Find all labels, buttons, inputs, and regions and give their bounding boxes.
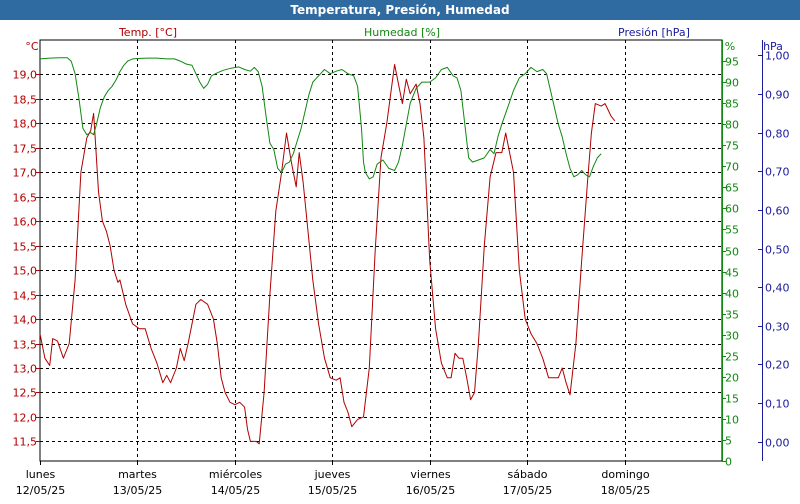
temp-tick-label: 18,5 <box>13 94 38 107</box>
humidity-tick-label: 50 <box>725 246 739 259</box>
humidity-tick-label: 95 <box>725 56 739 69</box>
pressure-tick-label: 0,70 <box>765 166 790 179</box>
humidity-tick-label: 30 <box>725 330 739 343</box>
humidity-tick-label: 0 <box>725 456 732 469</box>
x-tick-day-label: martes <box>118 468 157 481</box>
pressure-tick-label: 0,50 <box>765 244 790 257</box>
humidity-tick-label: 25 <box>725 351 739 364</box>
temp-tick-label: 14,5 <box>13 290 38 303</box>
pressure-tick-label: 0,30 <box>765 321 790 334</box>
pressure-tick-label: 0,10 <box>765 398 790 411</box>
temp-tick-label: 19,0 <box>13 69 38 82</box>
x-tick-date-label: 16/05/25 <box>406 484 455 497</box>
temp-tick-label: 13,0 <box>13 363 38 376</box>
humidity-tick-label: 90 <box>725 77 739 90</box>
pressure-tick-label: 0,20 <box>765 359 790 372</box>
pressure-tick-label: 0,40 <box>765 282 790 295</box>
humidity-tick-label: 20 <box>725 372 739 385</box>
x-tick-date-label: 17/05/25 <box>503 484 552 497</box>
temp-tick-label: 17,5 <box>13 143 38 156</box>
humidity-axis-header: Humedad [%] <box>364 26 440 39</box>
humidity-tick-label: 5 <box>725 435 732 448</box>
x-tick-date-label: 18/05/25 <box>601 484 650 497</box>
pressure-tick-label: 0,80 <box>765 128 790 141</box>
x-tick-date-label: 15/05/25 <box>308 484 357 497</box>
temp-tick-label: 14,0 <box>13 314 38 327</box>
humidity-tick-label: 85 <box>725 98 739 111</box>
x-tick-date-label: 13/05/25 <box>113 484 162 497</box>
pressure-tick-label: 0,60 <box>765 205 790 218</box>
temp-tick-label: 15,0 <box>13 265 38 278</box>
line-chart: 11,5 12,0 12,5 13,0 13,5 14,0 14,5 15,0 15,5 16,0… <box>13 26 790 497</box>
x-tick-day-label: lunes <box>26 468 56 481</box>
humidity-tick-label: 75 <box>725 140 739 153</box>
pressure-axis-header: Presión [hPa] <box>618 26 690 39</box>
x-tick-day-label: miércoles <box>209 468 262 481</box>
temp-tick-label: 17,0 <box>13 167 38 180</box>
humidity-unit-label: % <box>725 40 735 53</box>
pressure-tick-label: 0,00 <box>765 437 790 450</box>
humidity-tick-label: 60 <box>725 203 739 216</box>
x-tick-day-label: viernes <box>410 468 450 481</box>
temp-tick-label: 12,0 <box>13 412 38 425</box>
humidity-tick-label: 45 <box>725 267 739 280</box>
humidity-tick-label: 35 <box>725 309 739 322</box>
pressure-unit-label: hPa <box>763 40 783 53</box>
pressure-tick-label: 0,90 <box>765 89 790 102</box>
temp-tick-label: 15,5 <box>13 241 38 254</box>
chart-title: Temperatura, Presión, Humedad <box>0 0 800 20</box>
x-tick-date-label: 12/05/25 <box>16 484 65 497</box>
humidity-tick-label: 65 <box>725 182 739 195</box>
temp-tick-label: 16,0 <box>13 216 38 229</box>
humidity-tick-label: 10 <box>725 414 739 427</box>
temp-tick-label: 18,0 <box>13 118 38 131</box>
x-tick-day-label: domingo <box>601 468 649 481</box>
temp-unit-label: °C <box>25 40 39 53</box>
temp-axis-header: Temp. [°C] <box>118 26 177 39</box>
humidity-tick-label: 80 <box>725 119 739 132</box>
temp-tick-label: 12,5 <box>13 387 38 400</box>
humidity-tick-label: 55 <box>725 224 739 237</box>
x-tick-day-label: sábado <box>508 468 548 481</box>
humidity-tick-label: 40 <box>725 288 739 301</box>
temp-tick-label: 11,5 <box>13 436 38 449</box>
humidity-tick-label: 15 <box>725 393 739 406</box>
chart-area: 11,5 12,0 12,5 13,0 13,5 14,0 14,5 15,0 15,5 16,0… <box>0 20 800 500</box>
temp-tick-label: 13,5 <box>13 339 38 352</box>
temp-tick-label: 16,5 <box>13 192 38 205</box>
humidity-tick-label: 70 <box>725 161 739 174</box>
x-tick-day-label: jueves <box>314 468 351 481</box>
plot-frame <box>39 39 723 462</box>
x-tick-date-label: 14/05/25 <box>211 484 260 497</box>
